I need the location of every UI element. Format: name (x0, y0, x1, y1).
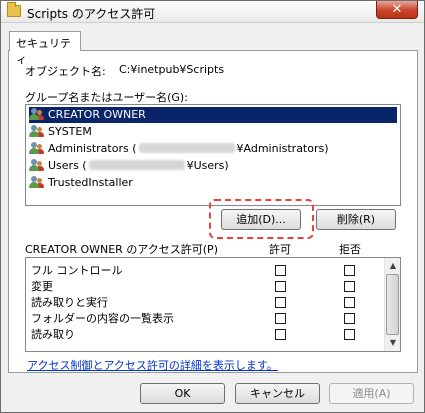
user-group-icon (29, 175, 45, 189)
user-group-icon (29, 158, 45, 172)
deny-column-header: 拒否 (339, 243, 361, 256)
deny-checkbox[interactable] (344, 265, 355, 276)
permission-row: フォルダーの内容の一覧表示 (26, 311, 384, 327)
allow-checkbox[interactable] (275, 297, 286, 308)
cancel-button[interactable]: キャンセル (235, 383, 320, 404)
object-name-label: オブジェクト名: (25, 65, 106, 78)
allow-checkbox[interactable] (275, 329, 286, 340)
list-item[interactable]: Administrators (¥Administrators) (29, 141, 397, 157)
permission-row: 変更 (26, 279, 384, 295)
close-button[interactable]: ✕ (376, 1, 418, 19)
permissions-scrollbar[interactable]: ▲ ▼ (384, 258, 400, 351)
redacted-domain (88, 160, 185, 170)
scroll-thumb[interactable] (386, 274, 399, 335)
deny-checkbox[interactable] (344, 329, 355, 340)
ok-button[interactable]: OK (140, 383, 225, 404)
add-button[interactable]: 追加(D)... (221, 209, 301, 230)
remove-button[interactable]: 削除(R) (316, 209, 396, 230)
scroll-up-icon[interactable]: ▲ (385, 258, 400, 274)
deny-checkbox[interactable] (344, 297, 355, 308)
permission-row: 読み取り (26, 327, 384, 343)
list-item[interactable]: TrustedInstaller (29, 175, 397, 191)
permissions-dialog: Scripts のアクセス許可 ✕ セキュリティ オブジェクト名: C:¥ine… (0, 0, 425, 413)
allow-checkbox[interactable] (275, 281, 286, 292)
permissions-help-link[interactable]: アクセス制御とアクセス許可の詳細を表示します。 (27, 357, 278, 373)
permissions-list: フル コントロール 変更 読み取りと実行 フォルダーの内容の一覧表示 読み取り … (25, 257, 401, 352)
deny-checkbox[interactable] (344, 313, 355, 324)
window-title: Scripts のアクセス許可 (27, 7, 156, 21)
user-group-icon (29, 141, 45, 155)
user-group-icon (29, 124, 45, 138)
group-user-list[interactable]: CREATOR OWNER SYSTEM Administrators (¥Ad… (25, 104, 401, 206)
allow-checkbox[interactable] (275, 313, 286, 324)
redacted-domain (138, 143, 235, 153)
allow-checkbox[interactable] (275, 265, 286, 276)
folder-icon (7, 2, 21, 17)
permission-row: フル コントロール (26, 263, 384, 279)
list-item[interactable]: SYSTEM (29, 124, 397, 140)
group-list-label: グループ名またはユーザー名(G): (25, 91, 188, 104)
permission-row: 読み取りと実行 (26, 295, 384, 311)
list-item[interactable]: Users (¥Users) (29, 158, 397, 174)
scroll-down-icon[interactable]: ▼ (385, 335, 400, 351)
deny-checkbox[interactable] (344, 281, 355, 292)
user-group-icon (29, 107, 45, 121)
tab-security[interactable]: セキュリティ (9, 31, 81, 66)
list-item[interactable]: CREATOR OWNER (29, 107, 397, 123)
allow-column-header: 許可 (269, 243, 291, 256)
apply-button[interactable]: 適用(A) (329, 383, 414, 404)
permissions-label: CREATOR OWNER のアクセス許可(P) (25, 243, 218, 256)
object-name-value: C:¥inetpub¥Scripts (119, 63, 225, 76)
title-bar: Scripts のアクセス許可 ✕ (1, 1, 424, 23)
